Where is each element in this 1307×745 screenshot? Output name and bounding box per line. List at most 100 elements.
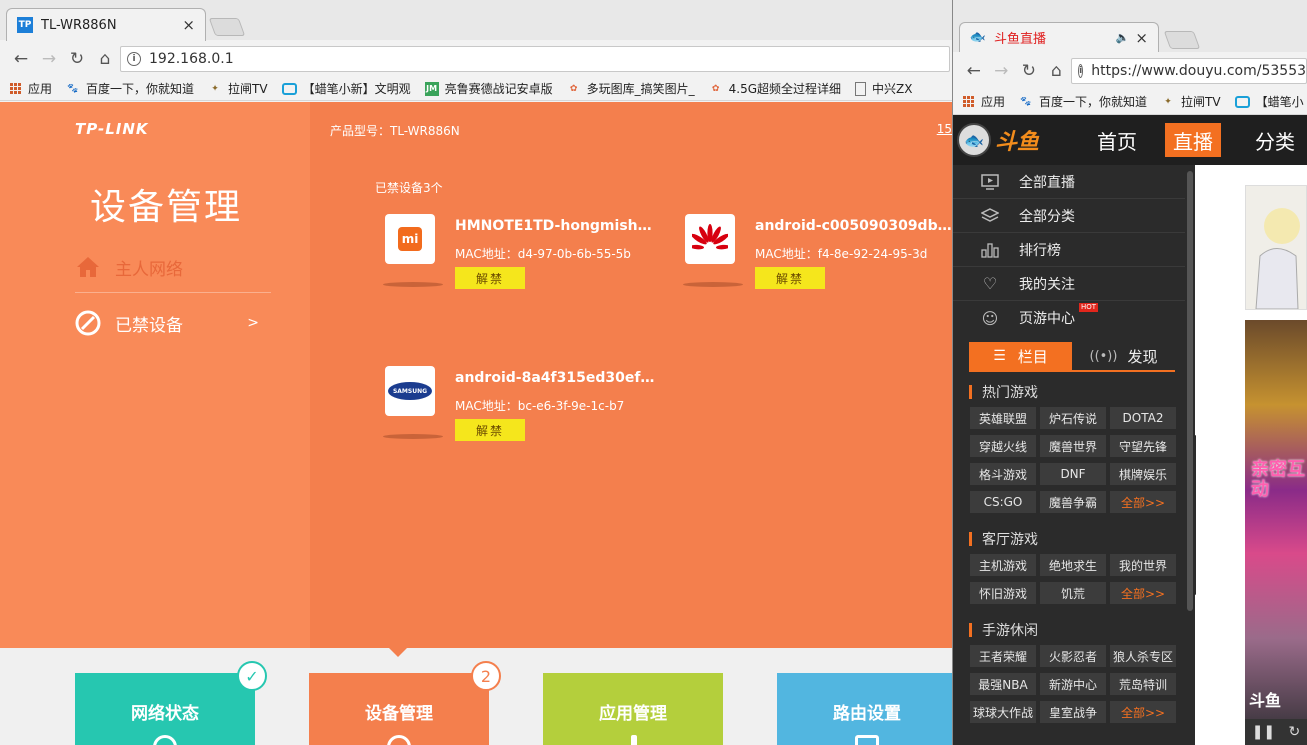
bookmark-baidu[interactable]: 🐾 百度一下，你就知道 — [66, 80, 194, 97]
reload-icon[interactable]: ↻ — [1016, 58, 1042, 84]
menu-ranking[interactable]: 排行榜 — [953, 233, 1185, 267]
unban-button[interactable]: 解禁 — [455, 419, 525, 441]
bookmark-lazha-tv[interactable]: ✦ 拉闸TV — [1161, 93, 1220, 110]
game-link[interactable]: 球球大作战 — [970, 701, 1036, 723]
back-arrow-icon[interactable]: ← — [8, 46, 34, 72]
hot-games-grid: 英雄联盟 炉石传说 DOTA2 穿越火线 魔兽世界 守望先锋 格斗游戏 DNF … — [970, 407, 1176, 513]
info-icon[interactable]: i — [127, 52, 141, 66]
game-link[interactable]: 狼人杀专区 — [1110, 645, 1176, 667]
game-link[interactable]: 我的世界 — [1110, 554, 1176, 576]
speaker-icon[interactable]: 🔈 — [1116, 31, 1130, 44]
tile-network-status[interactable]: 网络状态 ✓ — [75, 661, 267, 745]
back-arrow-icon[interactable]: ← — [961, 58, 987, 84]
menu-following[interactable]: ♡ 我的关注 — [953, 267, 1185, 301]
new-tab-button[interactable] — [208, 18, 246, 36]
xiaomi-logo-icon: mi — [385, 214, 435, 264]
bookmark-jm[interactable]: JM 亮鲁赛德战记安卓版 — [424, 80, 553, 97]
browser-toolbar: ← → ↻ ⌂ i 192.168.0.1 — [0, 41, 952, 77]
game-link[interactable]: CS:GO — [970, 491, 1036, 513]
router-admin-page: TP-LINK 设备管理 主人网络 已禁设备 > 产品型号：TL-WR886N … — [0, 102, 952, 745]
game-link[interactable]: 王者荣耀 — [970, 645, 1036, 667]
bookmark-baidu[interactable]: 🐾 百度一下，你就知道 — [1019, 93, 1147, 110]
game-link[interactable]: 格斗游戏 — [970, 463, 1036, 485]
close-tab-icon[interactable]: × — [1135, 29, 1148, 47]
reload-icon[interactable]: ↻ — [64, 46, 90, 72]
tile-device-management[interactable]: 设备管理 2 — [309, 661, 501, 745]
tplink-favicon-icon: TP — [17, 17, 33, 33]
nav-banned-devices[interactable]: 已禁设备 > — [75, 308, 271, 338]
info-icon[interactable]: i — [1078, 64, 1084, 78]
all-games-link[interactable]: 全部>> — [1110, 582, 1176, 604]
tab-discover[interactable]: ((•)) 发现 — [1072, 342, 1175, 370]
forward-arrow-icon[interactable]: → — [989, 58, 1015, 84]
game-link[interactable]: 炉石传说 — [1040, 407, 1106, 429]
tile-app-management[interactable]: 应用管理 — [543, 673, 723, 745]
game-link[interactable]: 英雄联盟 — [970, 407, 1036, 429]
game-link[interactable]: 新游中心 — [1040, 673, 1106, 695]
address-bar[interactable]: i https://www.douyu.com/53553 — [1071, 58, 1307, 84]
bookmark-crayon-shin[interactable]: 【蜡笔小 — [1234, 93, 1304, 110]
bookmark-overclock[interactable]: ✿ 4.5G超频全过程详细 — [709, 80, 841, 97]
bookmark-apps[interactable]: 应用 — [8, 80, 52, 97]
game-link[interactable]: 皇室战争 — [1040, 701, 1106, 723]
game-link[interactable]: 饥荒 — [1040, 582, 1106, 604]
bookmark-lazha-tv[interactable]: ✦ 拉闸TV — [208, 80, 267, 97]
stream-thumbnail[interactable] — [1245, 185, 1307, 310]
forward-arrow-icon[interactable]: → — [36, 46, 62, 72]
bookmark-duowan-gallery[interactable]: ✿ 多玩图库_搞笑图片_ — [567, 80, 695, 97]
refresh-icon[interactable]: ↻ — [1289, 724, 1301, 740]
game-link[interactable]: 荒岛特训 — [1110, 673, 1176, 695]
topnav-home[interactable]: 首页 — [1089, 123, 1145, 157]
menu-all-categories[interactable]: 全部分类 — [953, 199, 1185, 233]
all-games-link[interactable]: 全部>> — [1110, 701, 1176, 723]
device-count-badge: 2 — [471, 661, 501, 691]
tile-router-settings[interactable]: 路由设置 — [777, 673, 952, 745]
tab-router[interactable]: TP TL-WR886N × — [6, 8, 206, 41]
game-link[interactable]: 最强NBA — [970, 673, 1036, 695]
game-link[interactable]: 魔兽争霸 — [1040, 491, 1106, 513]
unban-button[interactable]: 解禁 — [755, 267, 825, 289]
douyu-fish-icon: 🐟 — [957, 123, 991, 157]
tab-strip: TP TL-WR886N × — [0, 0, 952, 41]
pause-icon[interactable]: ❚❚ — [1252, 724, 1275, 740]
topnav-category[interactable]: 分类 — [1247, 123, 1303, 157]
game-link[interactable]: 棋牌娱乐 — [1110, 463, 1176, 485]
address-bar[interactable]: i 192.168.0.1 — [120, 46, 950, 72]
home-icon[interactable]: ⌂ — [1044, 58, 1070, 84]
all-games-link[interactable]: 全部>> — [1110, 491, 1176, 513]
bookmark-zte[interactable]: 中兴ZX — [855, 80, 912, 97]
tab-douyu[interactable]: 🐟 斗鱼直播 🔈 × — [959, 22, 1159, 52]
stream-thumbnail[interactable]: 亲密互动 斗鱼 ❚❚ ↻ — [1245, 320, 1307, 745]
ban-icon — [75, 310, 101, 336]
game-link[interactable]: 穿越火线 — [970, 435, 1036, 457]
device-name: android-8a4f315ed30ef8c3 — [455, 370, 655, 386]
browser-toolbar: ← → ↻ ⌂ i https://www.douyu.com/53553 — [953, 53, 1307, 89]
nav-divider — [75, 292, 271, 293]
topnav-live[interactable]: 直播 — [1165, 123, 1221, 157]
samsung-logo-icon: SAMSUNG — [385, 366, 435, 416]
game-link[interactable]: 魔兽世界 — [1040, 435, 1106, 457]
device-mac: MAC地址：f4-8e-92-24-95-3d — [755, 247, 928, 261]
douyu-logo[interactable]: 🐟 斗鱼 — [957, 119, 1067, 161]
bookmark-apps[interactable]: 应用 — [961, 93, 1005, 110]
game-link[interactable]: 守望先锋 — [1110, 435, 1176, 457]
close-tab-icon[interactable]: × — [182, 16, 195, 34]
new-tab-button[interactable] — [1163, 31, 1201, 49]
game-link[interactable]: 火影忍者 — [1040, 645, 1106, 667]
game-link[interactable]: DNF — [1040, 463, 1106, 485]
game-link[interactable]: DOTA2 — [1110, 407, 1176, 429]
menu-web-games[interactable]: ☺ 页游中心 HOT — [953, 301, 1185, 335]
bookmarks-bar: 应用 🐾 百度一下，你就知道 ✦ 拉闸TV 【蜡笔小新】文明观 JM 亮鲁赛德战… — [0, 77, 952, 101]
nav-host-network[interactable]: 主人网络 — [75, 252, 271, 282]
unban-button[interactable]: 解禁 — [455, 267, 525, 289]
game-link[interactable]: 主机游戏 — [970, 554, 1036, 576]
home-icon[interactable]: ⌂ — [92, 46, 118, 72]
menu-all-live[interactable]: 全部直播 — [953, 165, 1185, 199]
tab-columns[interactable]: ☰ 栏目 — [969, 342, 1072, 370]
mobile-games-grid: 王者荣耀 火影忍者 狼人杀专区 最强NBA 新游中心 荒岛特训 球球大作战 皇室… — [970, 645, 1176, 723]
corner-link[interactable]: 15 — [937, 122, 952, 136]
bookmark-crayon-shin[interactable]: 【蜡笔小新】文明观 — [281, 80, 411, 97]
router-main-panel: 产品型号：TL-WR886N 15 已禁设备3个 mi HMNOTE1TD-ho… — [310, 102, 952, 648]
game-link[interactable]: 怀旧游戏 — [970, 582, 1036, 604]
game-link[interactable]: 绝地求生 — [1040, 554, 1106, 576]
